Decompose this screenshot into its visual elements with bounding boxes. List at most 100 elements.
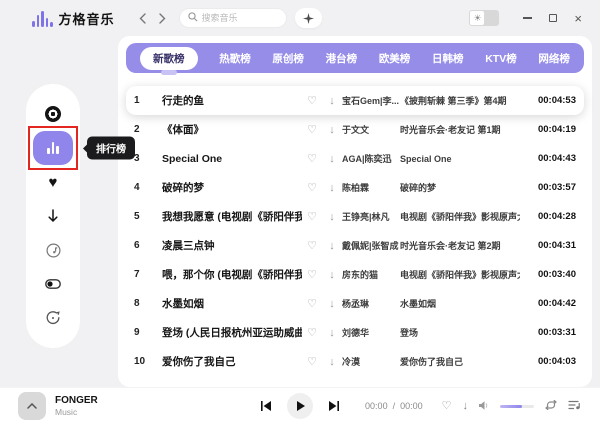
tab[interactable]: 原创榜 [272, 47, 304, 70]
sidebar-item-favorites[interactable]: ♥ [33, 165, 73, 199]
like-icon[interactable]: ♡ [442, 401, 452, 412]
song-artist[interactable]: 宝石Gem|李... [342, 94, 400, 107]
tab[interactable]: 日韩榜 [432, 47, 464, 70]
song-title: Special One [162, 153, 302, 165]
like-icon[interactable]: ♡ [302, 239, 322, 252]
download-icon[interactable]: ↓ [322, 182, 342, 194]
download-icon[interactable]: ↓ [322, 124, 342, 136]
song-artist[interactable]: 陈柏霖 [342, 181, 400, 194]
song-artist[interactable]: 刘德华 [342, 326, 400, 339]
like-icon[interactable]: ♡ [302, 297, 322, 310]
download-icon[interactable]: ↓ [322, 240, 342, 252]
download-icon[interactable]: ↓ [322, 211, 342, 223]
song-title: 我想我愿意 (电视剧《骄阳伴我》... [162, 209, 302, 224]
tab[interactable]: 港台榜 [326, 47, 358, 70]
like-icon[interactable]: ♡ [302, 268, 322, 281]
song-artist[interactable]: 冷漠 [342, 355, 400, 368]
repeat-icon[interactable] [545, 397, 557, 415]
tab[interactable]: 新歌榜 [140, 47, 198, 70]
song-album[interactable]: 电视剧《骄阳伴我》影视原声大碟 [400, 210, 520, 223]
album-cover-collapse[interactable] [18, 392, 46, 420]
song-album[interactable]: Special One [400, 154, 520, 164]
song-row[interactable]: 5 我想我愿意 (电视剧《骄阳伴我》... ♡ ↓ 王铮亮|林凡 电视剧《骄阳伴… [126, 202, 584, 231]
sidebar-item-chat[interactable] [33, 301, 73, 335]
tab[interactable]: 欧美榜 [379, 47, 411, 70]
song-index: 6 [134, 240, 162, 251]
song-title: 登场 (人民日报杭州亚运助威曲) [162, 325, 302, 340]
next-icon [329, 401, 340, 411]
theme-toggle[interactable]: ☀ [469, 10, 499, 26]
heart-icon: ♥ [49, 175, 58, 190]
song-artist[interactable]: 戴佩妮|张智成 [342, 239, 400, 252]
download-icon[interactable]: ↓ [322, 95, 342, 107]
song-row[interactable]: 7 喂，那个你 (电视剧《骄阳伴我》... ♡ ↓ 房东的猫 电视剧《骄阳伴我》… [126, 260, 584, 289]
search-icon [188, 9, 198, 27]
song-index: 9 [134, 327, 162, 338]
download-icon[interactable]: ↓ [322, 298, 342, 310]
song-artist[interactable]: 于文文 [342, 123, 400, 136]
song-artist[interactable]: 房东的猫 [342, 268, 400, 281]
like-icon[interactable]: ♡ [302, 326, 322, 339]
song-artist[interactable]: AGA|陈奕迅 [342, 152, 400, 165]
download-icon[interactable]: ↓ [322, 269, 342, 281]
tab[interactable]: 热歌榜 [219, 47, 251, 70]
search-input[interactable] [202, 13, 278, 23]
song-row[interactable]: 6 凌晨三点钟 ♡ ↓ 戴佩妮|张智成 时光音乐会·老友记 第2期 00:04:… [126, 231, 584, 260]
sidebar-item-downloads[interactable] [33, 199, 73, 233]
like-icon[interactable]: ♡ [302, 94, 322, 107]
sidebar-item-switch[interactable] [33, 267, 73, 301]
song-row[interactable]: 9 登场 (人民日报杭州亚运助威曲) ♡ ↓ 刘德华 登场 00:03:31 [126, 318, 584, 347]
playlist-icon[interactable] [568, 397, 580, 415]
like-icon[interactable]: ♡ [302, 355, 322, 368]
minimize-button[interactable] [523, 17, 532, 18]
tab[interactable]: 网络榜 [538, 47, 570, 70]
song-row[interactable]: 10 爱你伤了我自己 ♡ ↓ 冷漠 爱你伤了我自己 00:04:03 [126, 347, 584, 376]
song-row[interactable]: 3 Special One ♡ ↓ AGA|陈奕迅 Special One 00… [126, 144, 584, 173]
previous-track-button[interactable] [260, 401, 271, 411]
song-album[interactable]: 时光音乐会·老友记 第2期 [400, 239, 520, 252]
maximize-button[interactable] [549, 14, 557, 22]
song-row[interactable]: 1 行走的鱼 ♡ ↓ 宝石Gem|李... 《披荆斩棘 第三季》第4期 00:0… [126, 86, 584, 115]
ai-sparkle-button[interactable] [295, 8, 322, 28]
play-button[interactable] [287, 393, 313, 419]
like-icon[interactable]: ♡ [302, 210, 322, 223]
download-icon[interactable]: ↓ [463, 401, 469, 412]
like-icon[interactable]: ♡ [302, 152, 322, 165]
like-icon[interactable]: ♡ [302, 123, 322, 136]
download-icon[interactable]: ↓ [322, 356, 342, 368]
back-button[interactable] [139, 13, 146, 24]
time-display: 00:00 / 00:00 [365, 401, 423, 411]
song-artist[interactable]: 王铮亮|林凡 [342, 210, 400, 223]
sparkle-icon [303, 13, 314, 24]
song-index: 2 [134, 124, 162, 135]
like-icon[interactable]: ♡ [302, 181, 322, 194]
total-time: 00:00 [400, 401, 423, 411]
song-row[interactable]: 2 《体面》 ♡ ↓ 于文文 时光音乐会·老友记 第1期 00:04:19 [126, 115, 584, 144]
forward-button[interactable] [159, 13, 166, 24]
tab[interactable]: KTV榜 [485, 47, 517, 70]
song-album[interactable]: 时光音乐会·老友记 第1期 [400, 123, 520, 136]
toggle-switch-icon [45, 279, 61, 289]
sidebar-item-recent[interactable] [33, 233, 73, 267]
song-artist[interactable]: 杨丞琳 [342, 297, 400, 310]
player-brand-sub: Music [55, 407, 98, 417]
download-icon[interactable]: ↓ [322, 327, 342, 339]
song-album[interactable]: 《披荆斩棘 第三季》第4期 [400, 94, 520, 107]
song-album[interactable]: 登场 [400, 326, 520, 339]
song-album[interactable]: 电视剧《骄阳伴我》影视原声大碟 [400, 268, 520, 281]
search-box[interactable] [179, 8, 287, 28]
song-row[interactable]: 4 破碎的梦 ♡ ↓ 陈柏霖 破碎的梦 00:03:57 [126, 173, 584, 202]
previous-icon [260, 401, 271, 411]
song-album[interactable]: 破碎的梦 [400, 181, 520, 194]
volume-icon[interactable] [479, 397, 489, 415]
song-album[interactable]: 爱你伤了我自己 [400, 355, 520, 368]
volume-slider[interactable] [500, 405, 534, 408]
song-row[interactable]: 8 水墨如烟 ♡ ↓ 杨丞琳 水墨如烟 00:04:42 [126, 289, 584, 318]
sidebar-item-disc[interactable] [33, 97, 73, 131]
download-icon[interactable]: ↓ [322, 153, 342, 165]
song-album[interactable]: 水墨如烟 [400, 297, 520, 310]
song-list: 1 行走的鱼 ♡ ↓ 宝石Gem|李... 《披荆斩棘 第三季》第4期 00:0… [126, 86, 584, 376]
sidebar-item-rankings[interactable]: 排行榜 [33, 131, 73, 165]
next-track-button[interactable] [329, 401, 340, 411]
close-button[interactable]: × [574, 12, 582, 25]
